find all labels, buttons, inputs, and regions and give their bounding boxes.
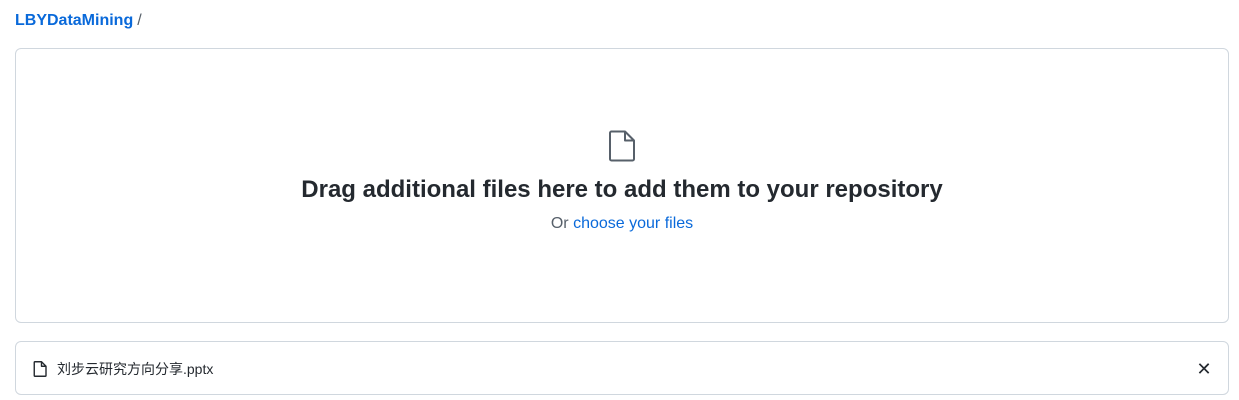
- dropzone-subtitle: Or choose your files: [16, 213, 1228, 235]
- upload-page: LBYDataMining / Drag additional files her…: [0, 0, 1239, 400]
- dropzone-or-text: Or: [550, 215, 569, 232]
- file-icon: [608, 130, 636, 162]
- uploaded-file-name: 刘步云研究方向分享.pptx: [57, 361, 214, 377]
- breadcrumb-separator: /: [137, 12, 142, 29]
- file-dropzone[interactable]: Drag additional files here to add them t…: [15, 48, 1229, 323]
- breadcrumb-repo-link[interactable]: LBYDataMining: [15, 12, 133, 29]
- dropzone-title: Drag additional files here to add them t…: [301, 176, 943, 203]
- choose-files-link[interactable]: choose your files: [573, 215, 693, 232]
- breadcrumb: LBYDataMining /: [15, 10, 142, 32]
- file-icon: [33, 361, 47, 377]
- upload-file-item: 刘步云研究方向分享.pptx ✕: [15, 341, 1229, 395]
- close-icon[interactable]: ✕: [1194, 359, 1214, 379]
